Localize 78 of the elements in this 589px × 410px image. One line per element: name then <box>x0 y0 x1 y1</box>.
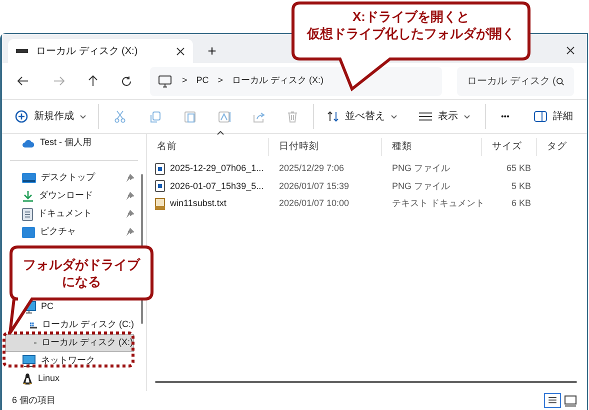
column-header[interactable]: 日付時刻 <box>279 140 319 154</box>
pin-icon <box>126 210 134 218</box>
table-cell-text: 65 KB <box>506 162 531 175</box>
table-cell-text: 5 KB <box>511 180 531 192</box>
address-separator: > <box>218 74 224 88</box>
more-button[interactable]: ••• <box>501 110 510 122</box>
breadcrumb[interactable]: PC <box>196 74 209 88</box>
sidebar-item[interactable]: デスクトップ <box>2 169 134 187</box>
new-button[interactable]: 新規作成 <box>15 109 86 124</box>
sort-caret-icon <box>217 131 224 135</box>
item-count: 6 個の項目 <box>12 394 56 407</box>
chevron-icon <box>464 114 470 118</box>
column-header[interactable]: 種類 <box>392 140 412 154</box>
pin-icon <box>126 174 134 182</box>
pin-icon <box>126 228 134 236</box>
refresh-icon[interactable] <box>121 76 132 86</box>
new-tab-button[interactable]: + <box>203 44 221 59</box>
chevron-icon <box>80 114 86 118</box>
sidebar-item[interactable]: ローカル ディスク (C:) <box>2 316 134 334</box>
sidebar-item[interactable]: ダウンロード <box>2 187 134 205</box>
sort-button[interactable]: 並べ替え <box>327 109 397 124</box>
table-cell-text: 2025/12/29 7:06 <box>278 162 346 175</box>
table-cell-text: テキスト ドキュメント <box>391 197 482 210</box>
drive-icon <box>30 320 37 330</box>
file-name[interactable]: 2026-01-07_15h39_5... <box>170 180 264 193</box>
penguin-icon <box>22 373 33 385</box>
document-icon <box>22 208 33 220</box>
callout-text: フォルダがドライブ <box>23 256 140 273</box>
address-separator: > <box>182 74 188 88</box>
table-cell-text: PNG ファイル <box>391 162 452 175</box>
search-field[interactable]: ローカル ディスク ( <box>457 66 574 96</box>
image-file-icon <box>155 162 165 175</box>
picture-icon <box>22 226 35 238</box>
details-button[interactable]: 詳細 <box>534 109 573 124</box>
file-name[interactable]: win11subst.txt <box>170 197 226 210</box>
image-file-icon <box>155 180 165 192</box>
details-view-icon[interactable] <box>544 393 561 408</box>
pin-icon <box>126 192 134 200</box>
sidebar-item[interactable]: ピクチャ <box>2 223 134 241</box>
file-name[interactable]: 2025-12-29_07h06_1... <box>170 162 264 176</box>
back-icon[interactable] <box>17 76 29 86</box>
search-placeholder: ローカル ディスク ( <box>467 74 556 88</box>
drive-icon <box>16 49 28 53</box>
view-button[interactable]: 表示 <box>419 109 470 124</box>
chevron-icon <box>391 114 397 118</box>
download-icon <box>22 190 34 202</box>
table-cell-text: PNG ファイル <box>391 180 452 192</box>
network-icon <box>22 355 36 367</box>
cloud-icon <box>22 138 35 148</box>
monitor-icon <box>158 74 172 88</box>
sidebar-item[interactable]: ネットワーク <box>2 352 134 370</box>
close-icon[interactable] <box>566 46 575 55</box>
table-cell-text: 2026/01/07 15:39 <box>278 180 350 192</box>
tab-title: ローカル ディスク (X:) <box>36 44 139 58</box>
column-header[interactable]: 名前 <box>157 140 177 154</box>
desktop-icon <box>22 173 36 183</box>
sidebar-item[interactable]: Test - 個人用 <box>2 134 134 152</box>
table-cell-text: 2026/01/07 10:00 <box>278 197 350 210</box>
sidebar-item[interactable]: ドキュメント <box>2 205 134 223</box>
tab[interactable]: ローカル ディスク (X:) <box>8 39 193 63</box>
panel-icon <box>534 111 547 122</box>
callout-text: 仮想ドライブ化したフォルダが開く <box>307 25 515 42</box>
table-cell-text: 6 KB <box>511 197 531 210</box>
close-icon[interactable] <box>176 46 185 56</box>
up-icon[interactable] <box>88 75 98 87</box>
list-icon <box>419 112 432 121</box>
column-header[interactable]: サイズ <box>492 140 522 154</box>
column-header[interactable]: タグ <box>547 140 567 154</box>
sort-icon <box>327 111 339 122</box>
address-bar[interactable]: > PC > ローカル ディスク (X:) <box>150 66 442 96</box>
callout-text: になる <box>62 273 101 290</box>
breadcrumb[interactable]: ローカル ディスク (X:) <box>232 74 324 88</box>
search-icon <box>556 76 564 86</box>
callout-text: X:ドライブを開くと <box>352 8 470 25</box>
text-file-icon <box>155 198 165 210</box>
tiles-view-icon[interactable] <box>564 394 577 406</box>
plus-icon <box>15 110 28 123</box>
sidebar-item[interactable]: Linux <box>2 370 134 388</box>
